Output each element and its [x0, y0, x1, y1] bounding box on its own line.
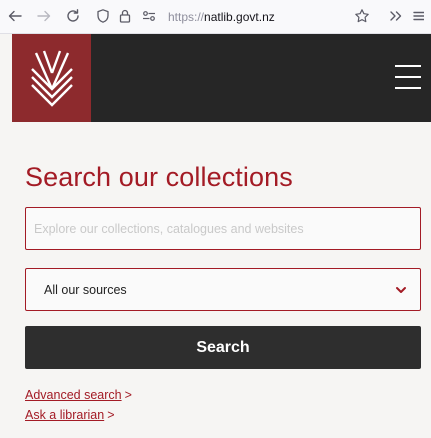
tracking-shield-icon[interactable]	[91, 4, 115, 28]
ask-librarian-link[interactable]: Ask a librarian >	[25, 407, 115, 423]
hamburger-menu-icon[interactable]	[393, 62, 423, 92]
advanced-search-link[interactable]: Advanced search >	[25, 387, 132, 403]
search-button[interactable]: Search	[25, 326, 421, 369]
natlib-logo-icon[interactable]	[12, 34, 91, 122]
overflow-chevrons-icon[interactable]	[384, 4, 408, 28]
bookmark-star-icon[interactable]	[350, 4, 374, 28]
lock-icon[interactable]	[113, 4, 137, 28]
advanced-search-label: Advanced search	[25, 388, 122, 402]
page-title: Search our collections	[25, 162, 293, 192]
url-host: natlib.govt.nz	[204, 10, 275, 24]
app-menu-icon[interactable]	[412, 4, 431, 28]
chevron-right-icon: >	[124, 388, 132, 402]
site-header	[12, 34, 431, 122]
permissions-icon[interactable]	[137, 4, 161, 28]
address-bar[interactable]: https://natlib.govt.nz	[168, 9, 275, 25]
chevron-right-icon: >	[107, 408, 115, 422]
back-arrow-icon[interactable]	[3, 4, 27, 28]
browser-toolbar: https://natlib.govt.nz	[0, 0, 431, 34]
forward-arrow-icon[interactable]	[32, 4, 56, 28]
ask-librarian-label: Ask a librarian	[25, 408, 105, 422]
source-select[interactable]: All our sources	[25, 268, 421, 311]
reload-icon[interactable]	[61, 4, 85, 28]
url-scheme: https://	[168, 10, 205, 24]
chevron-down-icon	[396, 287, 406, 293]
source-select-value: All our sources	[44, 283, 127, 297]
search-input[interactable]	[25, 207, 421, 250]
